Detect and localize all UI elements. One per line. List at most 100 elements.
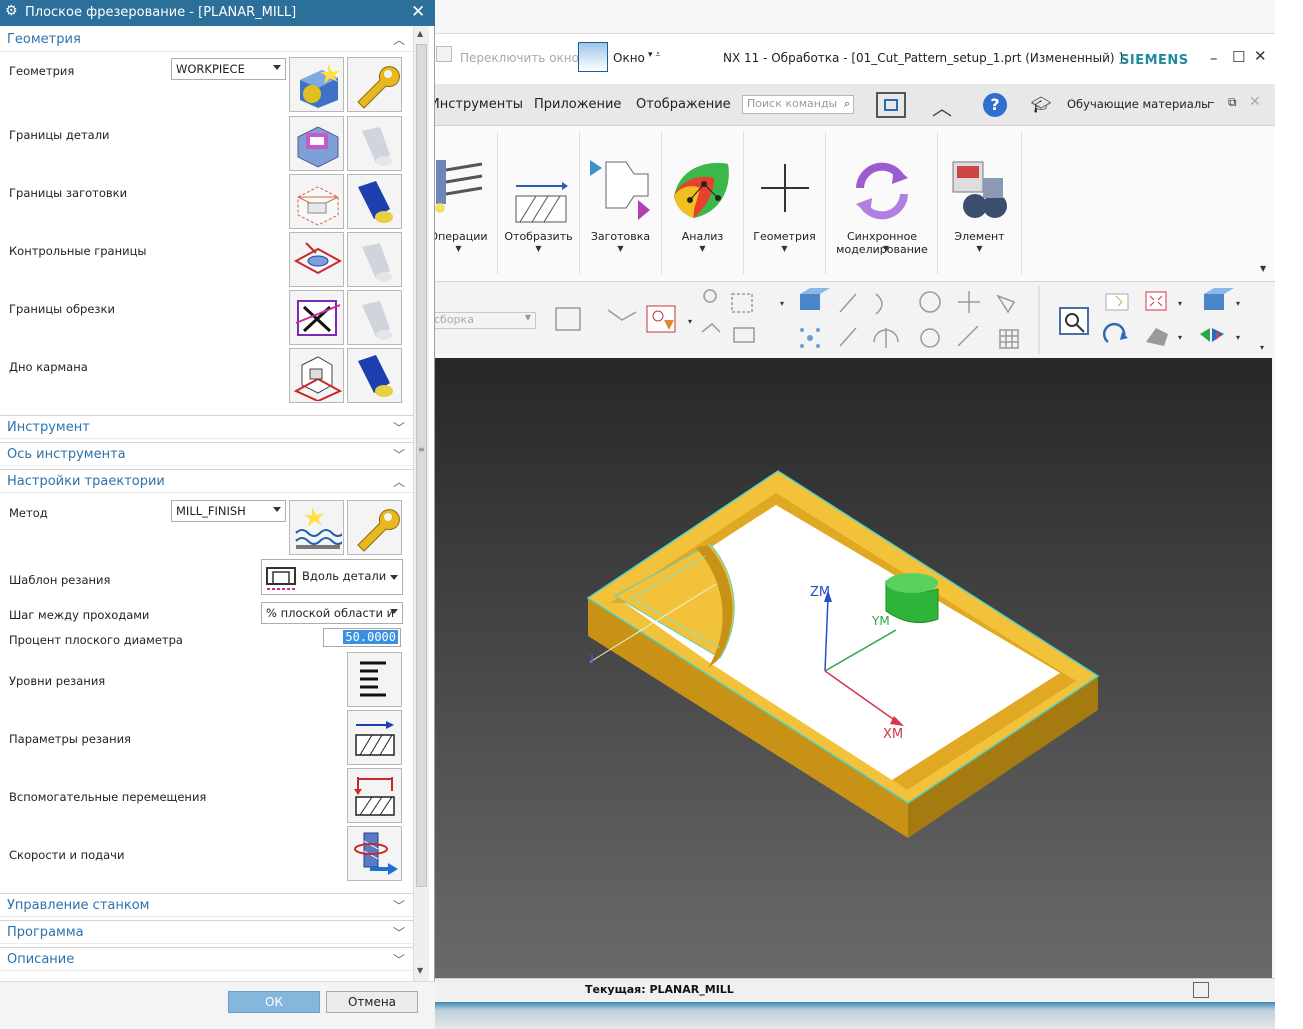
- new-geometry-button[interactable]: [289, 57, 344, 112]
- search-icon[interactable]: ⌕: [844, 97, 850, 111]
- maximize-icon[interactable]: ☐: [1232, 48, 1245, 66]
- collapse-ribbon-icon[interactable]: ︿: [932, 92, 952, 121]
- zm-axis-label: ZM: [810, 585, 830, 600]
- new-method-icon: [295, 507, 342, 549]
- part-model[interactable]: ZM YM XM: [420, 358, 1272, 978]
- section-machine-control[interactable]: Управление станком ﹀: [0, 893, 413, 917]
- section-tool-title: Инструмент: [7, 420, 90, 435]
- new-method-button[interactable]: [289, 500, 344, 555]
- section-geometry-title: Геометрия: [7, 32, 81, 47]
- ribbon-analysis[interactable]: Анализ ▼: [662, 132, 744, 274]
- graduation-cap-icon[interactable]: 🎓︎: [1031, 95, 1051, 114]
- close-icon[interactable]: ✕: [411, 2, 425, 22]
- window-icon[interactable]: [578, 42, 608, 72]
- ribbon-element-dropdown-icon[interactable]: ▼: [938, 244, 1021, 253]
- menu-minimize-icon[interactable]: –: [1208, 95, 1215, 110]
- cancel-button[interactable]: Отмена: [326, 991, 418, 1013]
- section-program[interactable]: Программа ﹀: [0, 920, 413, 944]
- close-window-icon[interactable]: ✕: [1254, 47, 1267, 65]
- menu-view[interactable]: Отображение: [636, 97, 731, 112]
- window-menu-label[interactable]: Окно: [613, 51, 645, 65]
- section-path-settings[interactable]: Настройки траектории ︿: [0, 469, 413, 493]
- chevron-down-icon[interactable]: ﹀: [393, 951, 405, 968]
- menu-close-icon[interactable]: ✕: [1249, 94, 1261, 110]
- chevron-down-icon[interactable]: ﹀: [393, 419, 405, 436]
- scroll-down-icon[interactable]: ▼: [417, 966, 423, 975]
- graphics-viewport[interactable]: ZM YM XM: [420, 358, 1272, 978]
- flashlight-dim-icon: [362, 301, 392, 340]
- command-search-input[interactable]: Поиск команды ⌕: [742, 95, 854, 114]
- chevron-up-icon[interactable]: ︿: [393, 473, 405, 490]
- ribbon-blank[interactable]: Заготовка ▼: [580, 132, 662, 274]
- chevron-up-icon[interactable]: ︿: [393, 31, 405, 48]
- display-blank-boundaries-button[interactable]: [347, 174, 402, 229]
- help-icon[interactable]: ?: [983, 93, 1007, 117]
- ribbon-geometry[interactable]: Геометрия ▼: [744, 132, 826, 274]
- section-description[interactable]: Описание ﹀: [0, 947, 413, 971]
- minimize-icon[interactable]: –: [1210, 49, 1218, 67]
- section-tool[interactable]: Инструмент ﹀: [0, 415, 413, 439]
- non-cutting-moves-label: Вспомогательные перемещения: [9, 790, 207, 804]
- specify-floor-button[interactable]: [289, 348, 344, 403]
- fit-view-icon[interactable]: [1193, 982, 1209, 998]
- ribbon-blank-dropdown-icon[interactable]: ▼: [580, 244, 661, 253]
- cutting-parameters-button[interactable]: [347, 710, 402, 765]
- full-screen-icon[interactable]: [876, 92, 906, 118]
- ribbon-options-icon[interactable]: ▼: [1260, 264, 1266, 273]
- stepover-select[interactable]: % плоской области и: [261, 602, 403, 624]
- grip-icon: ≡: [418, 445, 425, 454]
- flashlight-icon: [358, 181, 393, 223]
- chevron-down-icon[interactable]: ﹀: [393, 446, 405, 463]
- ribbon-element[interactable]: Элемент ▼: [938, 132, 1022, 274]
- non-cutting-moves-button[interactable]: [347, 768, 402, 823]
- specify-part-boundaries-button[interactable]: [289, 116, 344, 171]
- method-select[interactable]: MILL_FINISH: [171, 500, 286, 522]
- nx-main-window: Переключить окно Окно ▾ ⩡ NX 11 - Обрабо…: [420, 0, 1275, 1029]
- menu-restore-icon[interactable]: ⧉: [1228, 95, 1237, 110]
- learning-materials-link[interactable]: Обучающие материалы: [1067, 97, 1210, 111]
- edit-geometry-button[interactable]: [347, 57, 402, 112]
- scroll-up-icon[interactable]: ▲: [417, 29, 423, 38]
- dialog-title-bar[interactable]: ⚙ Плоское фрезерование - [PLANAR_MILL] ✕: [0, 0, 435, 26]
- ribbon-display[interactable]: Отобразить ▼: [498, 132, 580, 274]
- cut-pattern-select[interactable]: Вдоль детали: [261, 559, 403, 595]
- ribbon-analysis-dropdown-icon[interactable]: ▼: [662, 244, 743, 253]
- ribbon-display-dropdown-icon[interactable]: ▼: [498, 244, 579, 253]
- section-tool-axis[interactable]: Ось инструмента ﹀: [0, 442, 413, 466]
- dialog-scrollbar[interactable]: ▲ ≡ ▼: [413, 26, 429, 981]
- blank-boundaries-label: Границы заготовки: [9, 186, 128, 200]
- display-part-boundaries-button[interactable]: [347, 116, 402, 171]
- feeds-speeds-button[interactable]: [347, 826, 402, 881]
- ribbon-geometry-dropdown-icon[interactable]: ▼: [744, 244, 825, 253]
- percent-flat-diameter-input[interactable]: 50.0000: [323, 628, 401, 647]
- command-search-placeholder: Поиск команды: [747, 97, 838, 110]
- geometry-select[interactable]: WORKPIECE: [171, 58, 286, 80]
- specify-check-boundaries-button[interactable]: [289, 232, 344, 287]
- analysis-icon: [674, 162, 729, 218]
- section-path-settings-title: Настройки траектории: [7, 474, 165, 489]
- chevron-down-icon[interactable]: ﹀: [393, 897, 405, 914]
- scrollbar-thumb[interactable]: ≡: [416, 44, 427, 887]
- ribbon-geometry-label: Геометрия: [753, 230, 816, 243]
- switch-window-icon[interactable]: [436, 46, 452, 62]
- edit-method-button[interactable]: [347, 500, 402, 555]
- menu-tools[interactable]: Инструменты: [430, 97, 523, 112]
- chevron-down-icon[interactable]: ﹀: [393, 924, 405, 941]
- menu-application[interactable]: Приложение: [534, 97, 621, 112]
- ribbon-sync-dropdown-icon[interactable]: ▼: [866, 244, 906, 253]
- specify-trim-boundaries-button[interactable]: [289, 290, 344, 345]
- switch-window-label[interactable]: Переключить окно: [460, 51, 579, 65]
- ribbon-blank-label: Заготовка: [590, 230, 651, 243]
- part-boundaries-icon: [297, 126, 339, 168]
- nx-top-strip: [420, 0, 1275, 34]
- display-check-boundaries-button[interactable]: [347, 232, 402, 287]
- ok-button[interactable]: ОК: [228, 991, 320, 1013]
- nx-title-bar: Переключить окно Окно ▾ ⩡ NX 11 - Обрабо…: [420, 34, 1275, 84]
- ribbon-synchronous-modeling[interactable]: Синхронное моделирование ▼: [826, 132, 938, 274]
- window-menu-chevron-icon[interactable]: ▾ ⩡: [648, 50, 660, 60]
- specify-blank-boundaries-button[interactable]: [289, 174, 344, 229]
- display-floor-button[interactable]: [347, 348, 402, 403]
- cut-levels-button[interactable]: [347, 652, 402, 707]
- display-trim-boundaries-button[interactable]: [347, 290, 402, 345]
- section-geometry[interactable]: Геометрия ︿: [0, 28, 413, 52]
